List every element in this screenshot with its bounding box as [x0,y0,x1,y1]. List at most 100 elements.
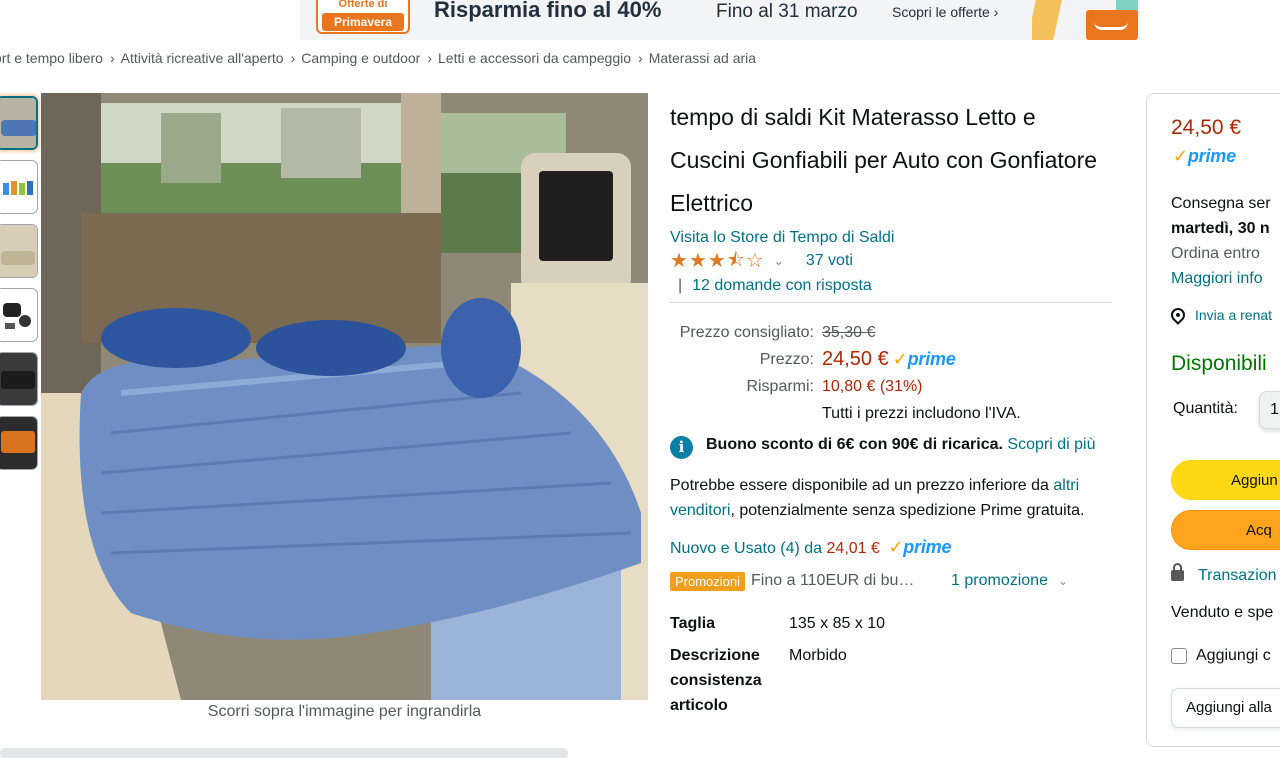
thumbnail[interactable] [0,352,38,406]
banner-badge-line2: Primavera [322,13,404,31]
chevron-down-icon[interactable]: ⌄ [774,254,784,268]
spec-value: Morbido [789,647,847,664]
breadcrumb-item[interactable]: Camping e outdoor [301,50,420,66]
spec-value: 135 x 85 x 10 [789,615,886,632]
prime-check-icon: ✓ [888,537,904,557]
savings-value: 10,80 € (31%) [822,378,923,395]
air-mattress-photo [41,93,648,700]
buy-box: 24,50 € ✓prime Consegna ser martedì, 30 … [1146,93,1280,747]
new-used-link[interactable]: Nuovo e Usato (4) da 24,01 € ✓prime [670,537,1112,558]
prime-badge: ✓prime [1169,146,1236,167]
more-info-link[interactable]: Maggiori info [1171,266,1271,291]
gift-option[interactable]: Aggiungi c [1171,647,1271,665]
promotions-row[interactable]: Promozioni Fino a 110EUR di bu… 1 promoz… [670,569,1112,593]
star-icon: ⯪ [726,250,745,271]
savings-label: Risparmi: [746,378,814,395]
qa-link[interactable]: 12 domande con risposta [692,277,872,294]
zoom-hint: Scorri sopra l'immagine per ingrandirla [207,703,482,720]
banner-headline: Risparmia fino al 40% [434,0,662,22]
breadcrumb-item[interactable]: Letti e accessori da campeggio [438,50,631,66]
breadcrumb: ort e tempo libero › Attività ricreative a… [0,50,756,68]
breadcrumb-item[interactable]: Attività ricreative all'aperto [121,50,284,66]
buybox-price: 24,50 € [1171,116,1242,139]
gift-option-label[interactable]: Aggiungi c [1196,647,1271,665]
promo-count-link[interactable]: 1 promozione [951,572,1048,590]
banner-link[interactable]: Scopri le offerte › [892,4,998,20]
availability: Disponibili [1171,352,1267,375]
delivery-line: Consegna ser [1171,195,1271,212]
savings-row: Risparmi: 10,80 € (31%) [670,373,1112,400]
ratings-count-link[interactable]: 37 voti [806,252,853,270]
main-product-image[interactable] [41,93,648,700]
thumbnail[interactable] [0,416,38,470]
delivery-info: Consegna ser martedì, 30 n Ordina entro … [1171,191,1271,291]
breadcrumb-item[interactable]: ort e tempo libero [0,50,103,66]
product-title: tempo di saldi Kit Materasso Letto e Cus… [670,104,1098,216]
buy-now-button[interactable]: Acq [1171,510,1280,550]
star-icon: ★ [670,250,688,272]
prime-word: prime [903,537,952,557]
prime-badge: ✓prime [893,346,956,373]
divider: | [678,277,683,294]
secure-transaction-link[interactable]: Transazion [1171,563,1277,585]
add-to-cart-button[interactable]: Aggiun [1171,460,1280,500]
quantity-select[interactable]: 1 [1259,391,1280,429]
promo-banner-content[interactable]: Offerte di Primavera Risparmia fino al 4… [300,0,1140,40]
price-value: 24,50 € [822,348,889,370]
delivery-date: martedì, 30 n [1171,220,1270,237]
price-label: Prezzo: [759,351,814,368]
star-rating[interactable]: ★ ★ ★ ⯪ ☆ [670,250,764,272]
banner-date: Fino al 31 marzo [716,1,858,22]
store-link[interactable]: Visita lo Store di Tempo di Saldi [670,227,1112,249]
spec-row: Descrizione consistenza articolo Morbido [670,643,1112,718]
coupon-notice: i Buono sconto di 6€ con 90€ di ricarica… [670,435,1112,459]
vat-spacer [670,400,822,427]
banner-badge-line1: Offerte di [338,0,388,10]
pin-icon [1168,305,1188,325]
price-row: Prezzo: 24,50 € ✓prime [670,346,1112,373]
breadcrumb-separator: › [638,50,643,66]
horizontal-scrollbar[interactable] [0,748,568,758]
vat-note: Tutti i prezzi includono l'IVA. [822,405,1021,422]
thumbnail[interactable] [0,288,38,342]
qa-row: | 12 domande con risposta [670,274,1112,303]
other-sellers-note: Potrebbe essere disponibile ad un prezzo… [670,473,1112,523]
banner-badge: Offerte di Primavera [316,0,410,34]
thumbnail[interactable] [0,160,38,214]
vat-row: Tutti i prezzi includono l'IVA. [670,400,1112,427]
list-price: 35,30 € [822,324,876,341]
chevron-down-icon[interactable]: ⌄ [1058,574,1068,588]
promo-banner[interactable]: Offerte di Primavera Risparmia fino al 4… [0,0,1280,40]
spec-key: Descrizione consistenza articolo [670,647,762,714]
star-icon: ★ [707,250,726,272]
rating-row: ★ ★ ★ ⯪ ☆ ⌄ 37 voti [670,249,1112,273]
secure-text[interactable]: Transazion [1198,567,1277,584]
price-table: Prezzo consigliato: 35,30 € Prezzo: 24,5… [670,319,1112,427]
spec-row: Taglia 135 x 85 x 10 [670,611,1112,636]
thumbnail[interactable] [0,224,38,278]
breadcrumb-item[interactable]: Materassi ad aria [649,50,756,66]
thumbnail[interactable] [0,96,38,150]
new-used-price: 24,01 € [826,540,880,557]
product-details: tempo di saldi Kit Materasso Letto e Cus… [670,96,1112,725]
coupon-link[interactable]: Scopri di più [1007,436,1095,453]
prime-check-icon: ✓ [892,349,908,369]
list-price-row: Prezzo consigliato: 35,30 € [670,319,1112,346]
breadcrumb-separator: › [109,50,115,66]
other-sellers-before: Potrebbe essere disponibile ad un prezzo… [670,477,1054,494]
breadcrumb-separator: › [290,50,296,66]
promo-badge: Promozioni [670,571,746,591]
prime-badge: ✓prime [888,537,951,558]
coupon-bold: Buono sconto di 6€ con 90€ di ricarica. [706,436,1003,453]
new-used-text[interactable]: Nuovo e Usato (4) da [670,540,827,557]
star-icon: ☆ [745,250,764,272]
spec-table: Taglia 135 x 85 x 10 Descrizione consist… [670,611,1112,718]
lock-icon [1171,563,1184,581]
quantity-label: Quantità: [1173,400,1238,417]
coupon-text: Buono sconto di 6€ con 90€ di ricarica. … [706,435,1095,459]
order-within: Ordina entro [1171,245,1260,262]
location-text[interactable]: Invia a renat [1195,307,1272,323]
add-to-list-button[interactable]: Aggiungi alla [1171,688,1280,728]
gift-checkbox[interactable] [1171,648,1187,664]
delivery-location-link[interactable]: Invia a renat [1168,305,1272,325]
